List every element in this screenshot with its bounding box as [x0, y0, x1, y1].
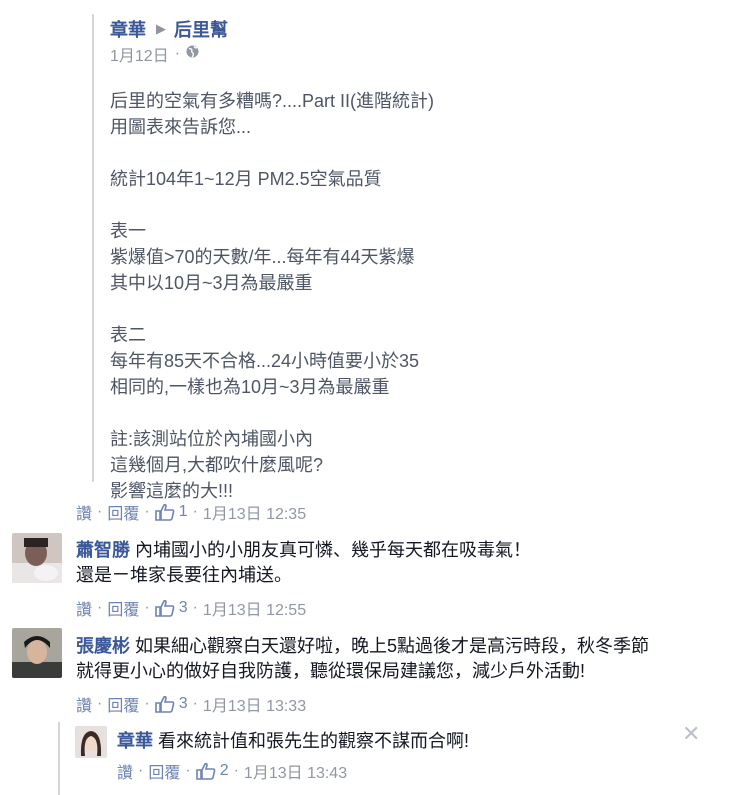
- post-paragraph: 表二 每年有85天不合格...24小時值要小於35 相同的,一樣也為10月~3月…: [110, 322, 670, 400]
- separator: ·: [144, 503, 150, 520]
- comment: 蕭智勝 內埔國小的小朋友真可憐、幾乎每天都在吸毒氣！ 還是ㄧ堆家長要往內埔送。: [76, 538, 716, 588]
- thumbs-up-icon: [154, 695, 175, 713]
- post-line: 其中以10月~3月為最嚴重: [110, 273, 313, 293]
- avatar[interactable]: [12, 628, 62, 678]
- post-paragraph: 后里的空氣有多糟嗎?....Part II(進階統計) 用圖表來告訴您...: [110, 88, 670, 140]
- like-count-value: 2: [219, 762, 229, 779]
- separator: ·: [144, 599, 150, 616]
- like-link[interactable]: 讚: [117, 759, 133, 783]
- post-line: 用圖表來告訴您...: [110, 117, 252, 137]
- comment-actions: 讚 · 回覆 · 3 · 1月13日 13:33: [76, 692, 306, 716]
- comment-text: 就得更小心的做好自我防護，聽從環保局建議您，減少戶外活動!: [76, 661, 585, 681]
- reply-link[interactable]: 回覆: [148, 759, 180, 783]
- avatar[interactable]: [12, 533, 62, 583]
- separator: ·: [192, 503, 198, 520]
- comment-time[interactable]: 1月13日 13:33: [203, 692, 306, 716]
- separator: ·: [192, 695, 198, 712]
- separator: ·: [97, 503, 103, 520]
- post-author-link[interactable]: 章華: [110, 16, 146, 42]
- comment-actions: 讚 · 回覆 · 3 · 1月13日 12:55: [76, 596, 306, 620]
- like-count-value: 1: [178, 503, 188, 520]
- like-count[interactable]: 3: [154, 599, 188, 617]
- like-count[interactable]: 2: [195, 762, 229, 780]
- globe-icon: [186, 45, 199, 63]
- reply-comment: 章華 看來統計值和張先生的觀察不謀而合啊!: [117, 729, 657, 754]
- separator: ·: [138, 762, 144, 779]
- group-link[interactable]: 后里幫: [174, 16, 228, 42]
- comment-time[interactable]: 1月13日 13:43: [244, 759, 347, 783]
- like-link[interactable]: 讚: [76, 596, 92, 620]
- post-date[interactable]: 1月12日: [110, 42, 169, 66]
- comment: 張慶彬 如果細心觀察白天還好啦，晚上5點過後才是高污時段，秋冬季節 就得更小心的…: [76, 634, 726, 684]
- post-line: 每年有85天不合格...24小時值要小於35: [110, 351, 420, 371]
- commenter-name[interactable]: 張慶彬: [76, 636, 130, 656]
- separator: ·: [233, 762, 239, 779]
- comment-text: 還是ㄧ堆家長要往內埔送。: [76, 565, 292, 585]
- comment-text: 如果細心觀察白天還好啦，晚上5點過後才是高污時段，秋冬季節: [135, 636, 650, 656]
- post-actions: 讚 · 回覆 · 1 · 1月13日 12:35: [76, 500, 306, 524]
- reply-avatar[interactable]: [75, 726, 107, 758]
- post-paragraph: 註:該測站位於內埔國小內 這幾個月,大都吹什麼風呢? 影響這麼的大!!!: [110, 426, 670, 504]
- reply-link[interactable]: 回覆: [107, 596, 139, 620]
- comment-text: 內埔國小的小朋友真可憐、幾乎每天都在吸毒氣！: [135, 540, 532, 560]
- commenter-name[interactable]: 章華: [117, 731, 153, 751]
- post-line: 后里的空氣有多糟嗎?....Part II(進階統計): [110, 91, 435, 111]
- post-line: 紫爆值>70的天數/年...每年有44天紫爆: [110, 247, 415, 267]
- reply-actions: 讚 · 回覆 · 2 · 1月13日 13:43: [117, 759, 347, 783]
- arrow-right-icon: ▶: [156, 21, 166, 36]
- separator: ·: [144, 695, 150, 712]
- comment-text: 看來統計值和張先生的觀察不謀而合啊!: [158, 731, 470, 751]
- reply-link[interactable]: 回覆: [107, 692, 139, 716]
- comment-time[interactable]: 1月13日 12:55: [203, 596, 306, 620]
- like-link[interactable]: 讚: [76, 692, 92, 716]
- separator: ·: [97, 695, 103, 712]
- like-count[interactable]: 3: [154, 695, 188, 713]
- post-meta: 1月12日 ·: [110, 42, 199, 66]
- like-count[interactable]: 1: [154, 503, 188, 521]
- like-link[interactable]: 讚: [76, 500, 92, 524]
- post-paragraph: 表一 紫爆值>70的天數/年...每年有44天紫爆 其中以10月~3月為最嚴重: [110, 218, 670, 296]
- reply-link[interactable]: 回覆: [107, 500, 139, 524]
- comment-time[interactable]: 1月13日 12:35: [203, 500, 306, 524]
- thumbs-up-icon: [195, 762, 216, 780]
- post-line: 註:該測站位於內埔國小內: [110, 429, 313, 449]
- separator: ·: [185, 762, 191, 779]
- post-line: 表一: [110, 221, 146, 241]
- post-line: 統計104年1~12月 PM2.5空氣品質: [110, 169, 382, 189]
- separator: ·: [192, 599, 198, 616]
- reply-thread-line: [58, 722, 60, 795]
- like-count-value: 3: [178, 599, 188, 616]
- thumbs-up-icon: [154, 503, 175, 521]
- post-paragraph: 統計104年1~12月 PM2.5空氣品質: [110, 166, 670, 192]
- like-count-value: 3: [178, 695, 188, 712]
- separator: ·: [97, 599, 103, 616]
- post-thread-line: [92, 14, 94, 482]
- post-line: 這幾個月,大都吹什麼風呢?: [110, 455, 324, 475]
- post-header: 章華 ▶ 后里幫: [110, 16, 228, 42]
- meta-separator: ·: [174, 45, 181, 62]
- post-line: 相同的,一樣也為10月~3月為最嚴重: [110, 377, 390, 397]
- post-line: 表二: [110, 325, 146, 345]
- close-icon[interactable]: ✕: [682, 721, 700, 747]
- commenter-name[interactable]: 蕭智勝: [76, 540, 130, 560]
- thumbs-up-icon: [154, 599, 175, 617]
- post-body: 后里的空氣有多糟嗎?....Part II(進階統計) 用圖表來告訴您... 統…: [110, 88, 670, 530]
